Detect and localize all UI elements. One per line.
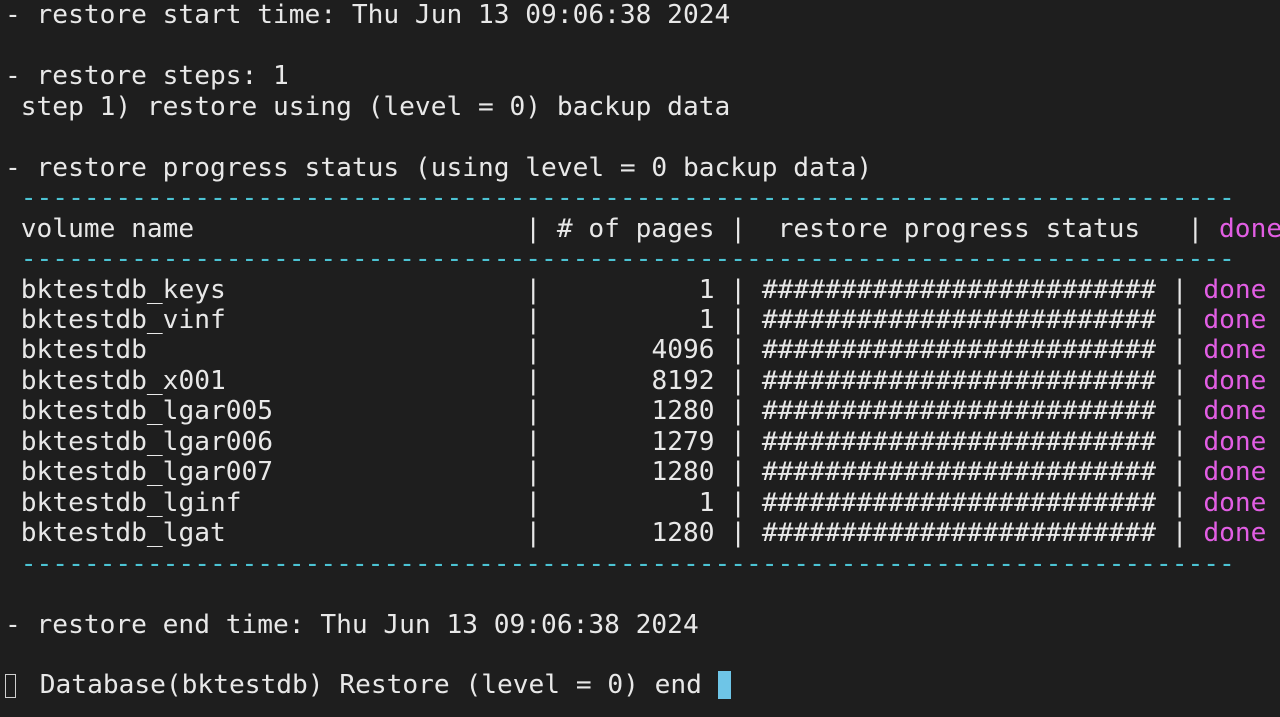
- row-pages: 4096: [541, 335, 715, 366]
- row-progress-bar: #########################: [761, 396, 1156, 427]
- table-row: bktestdb_vinf | 1 | ####################…: [5, 304, 1267, 335]
- row-pages: 1279: [541, 426, 715, 457]
- column-separator: |: [714, 274, 762, 305]
- table-bottom-separator: ----------------------------------------…: [5, 549, 1235, 579]
- row-done-status: done: [1203, 487, 1267, 518]
- table-row: bktestdb_x001 | 8192 | #################…: [5, 365, 1267, 396]
- row-done-status: done: [1203, 274, 1267, 305]
- table-row: bktestdb_lgat | 1280 | #################…: [5, 518, 1267, 549]
- row-done-status: done: [1203, 304, 1267, 335]
- row-pages: 1: [541, 304, 715, 335]
- column-separator: |: [1156, 487, 1204, 518]
- row-volume-name: bktestdb_lginf: [20, 487, 526, 518]
- column-separator: |: [1156, 426, 1204, 457]
- row-done-status: done: [1203, 365, 1267, 396]
- row-volume-name: bktestdb_lgar005: [20, 396, 526, 427]
- header-pages: # of pages |: [541, 213, 747, 244]
- row-pages: 1: [541, 487, 715, 518]
- table-row: bktestdb_lginf | 1 | ###################…: [5, 487, 1267, 518]
- row-progress-bar: #########################: [761, 457, 1156, 488]
- table-row: bktestdb_lgar006 | 1279 | ##############…: [5, 426, 1267, 457]
- row-volume-name: bktestdb_lgat: [20, 518, 526, 549]
- row-volume-name: bktestdb_lgar006: [20, 426, 526, 457]
- column-separator: |: [525, 274, 542, 305]
- row-progress-bar: #########################: [761, 304, 1156, 335]
- row-pages: 1280: [541, 457, 715, 488]
- terminal-cursor[interactable]: [717, 671, 731, 699]
- row-progress-bar: #########################: [761, 365, 1156, 396]
- restore-steps-header: - restore steps: 1: [5, 61, 289, 91]
- row-done-status: done: [1203, 335, 1267, 366]
- restore-end-time: - restore end time: Thu Jun 13 09:06:38 …: [5, 609, 699, 640]
- table-top-separator: ----------------------------------------…: [5, 183, 1235, 213]
- column-separator: |: [714, 487, 762, 518]
- row-done-status: done: [1203, 426, 1267, 457]
- column-separator: |: [525, 396, 542, 427]
- row-volume-name: bktestdb: [20, 335, 526, 366]
- header-done: done: [1203, 213, 1280, 244]
- column-separator: |: [525, 365, 542, 396]
- row-progress-bar: #########################: [761, 518, 1156, 549]
- table-row: bktestdb | 4096 | ######################…: [5, 335, 1267, 366]
- row-progress-bar: #########################: [761, 487, 1156, 518]
- column-separator: |: [714, 518, 762, 549]
- column-separator: |: [525, 335, 542, 366]
- row-done-status: done: [1203, 396, 1267, 427]
- column-separator: |: [525, 304, 542, 335]
- column-separator: |: [714, 365, 762, 396]
- column-separator: |: [714, 335, 762, 366]
- column-separator: |: [525, 487, 542, 518]
- row-pages: 1: [541, 274, 715, 305]
- table-row: bktestdb_lgar005 | 1280 | ##############…: [5, 396, 1267, 427]
- row-pages: 1280: [541, 396, 715, 427]
- row-pages: 8192: [541, 365, 715, 396]
- column-separator: |: [1156, 335, 1204, 366]
- header-volume-name: volume name |: [5, 213, 542, 244]
- final-status-line: Database(bktestdb) Restore (level = 0) e…: [5, 670, 731, 700]
- column-separator: |: [1156, 365, 1204, 396]
- table-row: bktestdb_lgar007 | 1280 | ##############…: [5, 457, 1267, 488]
- progress-status-header: - restore progress status (using level =…: [5, 152, 873, 183]
- column-separator: |: [714, 304, 762, 335]
- header-progress-status: restore progress status |: [746, 213, 1204, 244]
- row-progress-bar: #########################: [761, 335, 1156, 366]
- column-separator: |: [525, 518, 542, 549]
- row-progress-bar: #########################: [761, 274, 1156, 305]
- row-volume-name: bktestdb_x001: [20, 365, 526, 396]
- row-done-status: done: [1203, 518, 1267, 549]
- column-separator: |: [1156, 457, 1204, 488]
- column-separator: |: [1156, 274, 1204, 305]
- row-volume-name: bktestdb_lgar007: [20, 457, 526, 488]
- column-separator: |: [1156, 396, 1204, 427]
- column-separator: |: [525, 426, 542, 457]
- row-volume-name: bktestdb_keys: [20, 274, 526, 305]
- terminal-window[interactable]: - restore start time: Thu Jun 13 09:06:3…: [5, 0, 1280, 717]
- table-header-separator: ----------------------------------------…: [5, 244, 1235, 274]
- row-volume-name: bktestdb_vinf: [20, 304, 526, 335]
- bracket-open-icon: [5, 674, 16, 698]
- column-separator: |: [525, 457, 542, 488]
- final-message: Database(bktestdb) Restore (level = 0) e…: [24, 670, 718, 700]
- row-progress-bar: #########################: [761, 426, 1156, 457]
- column-separator: |: [714, 426, 762, 457]
- column-separator: |: [1156, 304, 1204, 335]
- restore-step-1: step 1) restore using (level = 0) backup…: [5, 91, 731, 122]
- row-done-status: done: [1203, 457, 1267, 488]
- table-row: bktestdb_keys | 1 | ####################…: [5, 274, 1267, 305]
- column-separator: |: [714, 396, 762, 427]
- table-header: volume name | # of pages | restore progr…: [5, 214, 1280, 244]
- column-separator: |: [714, 457, 762, 488]
- restore-start-time: - restore start time: Thu Jun 13 09:06:3…: [5, 0, 731, 30]
- row-pages: 1280: [541, 518, 715, 549]
- column-separator: |: [1156, 518, 1204, 549]
